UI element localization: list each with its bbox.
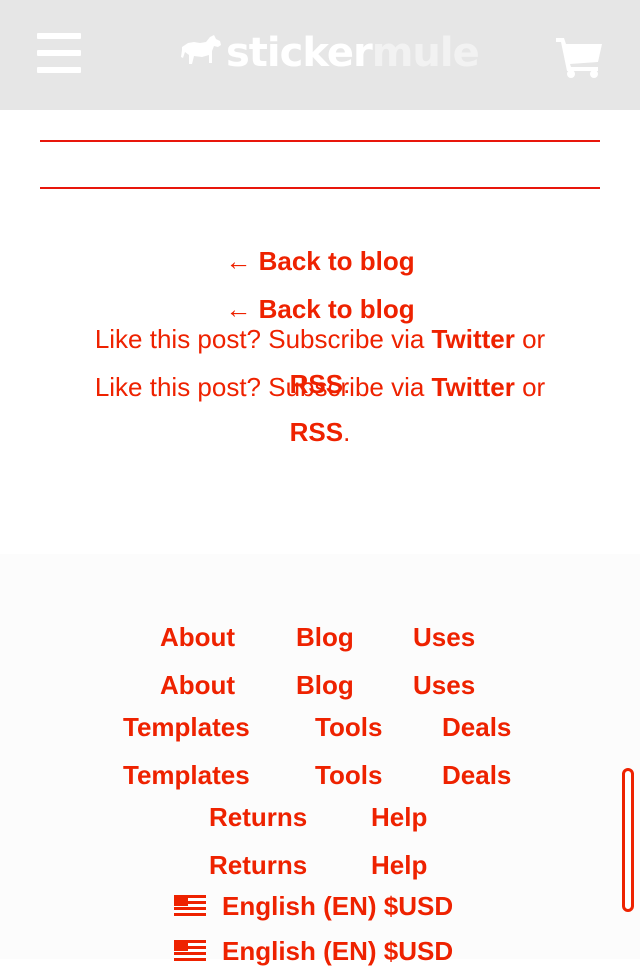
divider-line bbox=[40, 187, 600, 189]
shopping-cart-icon[interactable] bbox=[556, 36, 604, 78]
footer-nav-row: About Blog Uses bbox=[0, 669, 640, 701]
footer-link-templates[interactable]: Templates bbox=[123, 759, 250, 791]
stickermule-logo[interactable]: stickermule bbox=[180, 30, 480, 76]
subscribe-text: Like this post? Subscribe via Twitter or bbox=[94, 372, 546, 402]
footer-link-help[interactable]: Help bbox=[371, 801, 427, 833]
us-flag-icon bbox=[174, 895, 206, 917]
rss-link[interactable]: RSS bbox=[290, 417, 343, 447]
language-currency-selector[interactable]: English (EN) $USD bbox=[174, 890, 453, 922]
footer-link-returns[interactable]: Returns bbox=[209, 801, 307, 833]
scrollbar[interactable] bbox=[622, 768, 634, 912]
footer-nav-row: Returns Help bbox=[0, 849, 640, 881]
footer-nav-row: About Blog Uses bbox=[0, 621, 640, 653]
subscribe-text: Like this post? Subscribe via Twitter or bbox=[94, 324, 546, 354]
mule-logo-icon bbox=[181, 35, 221, 64]
divider-line bbox=[40, 140, 600, 142]
language-label: English (EN) $USD bbox=[222, 891, 454, 921]
footer-link-about[interactable]: About bbox=[160, 621, 235, 653]
rss-line: RSS. bbox=[289, 417, 351, 447]
language-currency-selector[interactable]: English (EN) $USD bbox=[174, 935, 453, 967]
footer-link-tools[interactable]: Tools bbox=[315, 759, 382, 791]
footer-nav-row: Templates Tools Deals bbox=[0, 759, 640, 791]
language-label: English (EN) $USD bbox=[222, 936, 454, 966]
twitter-link[interactable]: Twitter bbox=[432, 324, 515, 354]
back-to-blog-link[interactable]: ← Back to blog bbox=[0, 246, 640, 276]
footer-link-uses[interactable]: Uses bbox=[413, 621, 475, 653]
back-to-blog-link[interactable]: ← Back to blog bbox=[0, 294, 640, 324]
footer-link-tools[interactable]: Tools bbox=[315, 711, 382, 743]
footer-nav-row: Templates Tools Deals bbox=[0, 711, 640, 743]
footer-link-templates[interactable]: Templates bbox=[123, 711, 250, 743]
top-nav-bar: stickermule bbox=[0, 0, 640, 110]
footer-link-help[interactable]: Help bbox=[371, 849, 427, 881]
footer-link-uses[interactable]: Uses bbox=[413, 669, 475, 701]
logo-text-mule: mule bbox=[371, 30, 480, 76]
twitter-link[interactable]: Twitter bbox=[432, 372, 515, 402]
hamburger-menu-icon[interactable] bbox=[37, 33, 81, 73]
footer-link-returns[interactable]: Returns bbox=[209, 849, 307, 881]
logo-text-sticker: sticker bbox=[226, 30, 373, 76]
footer-link-blog[interactable]: Blog bbox=[296, 669, 354, 701]
footer-link-deals[interactable]: Deals bbox=[442, 711, 511, 743]
footer-nav-row: Returns Help bbox=[0, 801, 640, 833]
footer-link-blog[interactable]: Blog bbox=[296, 621, 354, 653]
footer-link-deals[interactable]: Deals bbox=[442, 759, 511, 791]
footer-link-about[interactable]: About bbox=[160, 669, 235, 701]
